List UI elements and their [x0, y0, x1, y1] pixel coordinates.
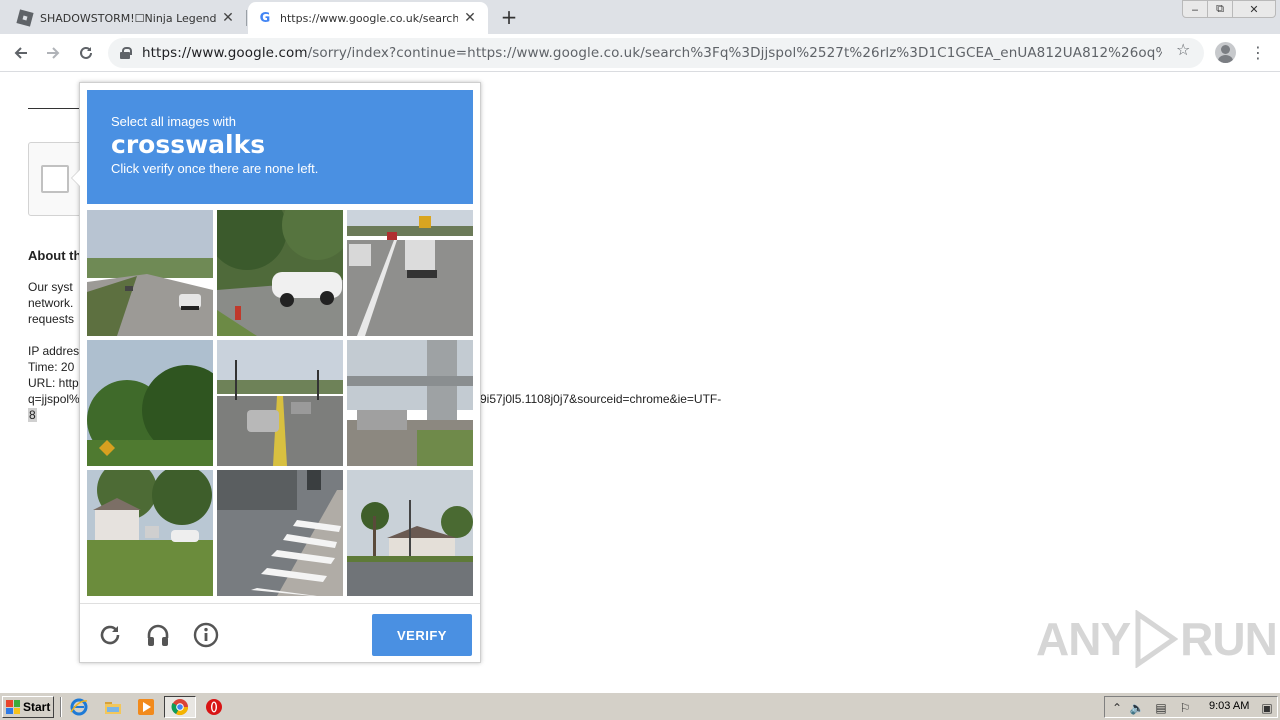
tray-expand-icon[interactable]: ⌃ — [1109, 700, 1125, 716]
captcha-challenge: Select all images with crosswalks Click … — [71, 82, 481, 663]
window-close-button[interactable]: ✕ — [1232, 0, 1276, 18]
audio-challenge-button[interactable] — [143, 620, 173, 650]
reload-button[interactable] — [73, 40, 99, 66]
folder-icon[interactable] — [104, 698, 122, 716]
address-bar[interactable]: https://www.google.com/sorry/index?conti… — [108, 38, 1204, 68]
back-button[interactable] — [8, 40, 34, 66]
image-tile[interactable] — [87, 470, 213, 596]
action-center-flag-icon[interactable]: ⚐ — [1177, 700, 1193, 716]
prompt-line: Select all images with — [111, 114, 236, 129]
start-button[interactable]: Start — [2, 696, 54, 718]
reload-icon — [80, 46, 92, 59]
verify-button[interactable]: VERIFY — [372, 614, 472, 656]
info-line: q=jjspol% — [28, 392, 80, 406]
recaptcha-checkbox[interactable] — [41, 165, 69, 193]
tab-google-search[interactable]: G https://www.google.co.uk/search?q ✕ — [248, 2, 488, 34]
speaker-icon[interactable]: 🔈 — [1129, 700, 1145, 716]
bookmark-star-icon[interactable]: ☆ — [1176, 40, 1190, 59]
url-host: https://www.google.com — [142, 45, 308, 61]
image-tile[interactable] — [217, 340, 343, 466]
info-line: Time: 20 — [28, 360, 75, 374]
clock[interactable]: 9:03 AM — [1209, 700, 1249, 712]
network-icon[interactable]: ▤ — [1153, 700, 1169, 716]
headphones-icon — [147, 624, 169, 646]
menu-kebab-icon[interactable]: ⋮ — [1250, 42, 1266, 64]
target-object: crosswalks — [111, 130, 266, 159]
forward-button[interactable] — [40, 40, 66, 66]
watermark-text-right: RUN — [1180, 613, 1278, 665]
tab-separator — [246, 10, 247, 26]
close-icon[interactable]: ✕ — [220, 10, 236, 26]
roblox-icon — [16, 9, 34, 27]
windows-logo-icon — [6, 700, 20, 714]
tab-title: SHADOWSTORM!☐Ninja Legends - F — [40, 11, 216, 25]
minimize-button[interactable]: ‒ — [1182, 0, 1208, 18]
arrow-left-icon — [14, 47, 27, 59]
url-tail: 9i57j0l5.1108j0j7&sourceid=chrome&ie=UTF… — [480, 392, 722, 406]
google-icon: G — [259, 10, 271, 26]
image-tile[interactable] — [347, 210, 473, 336]
arrow-right-icon — [47, 47, 60, 59]
reload-challenge-button[interactable] — [95, 620, 125, 650]
anyrun-watermark: ANY RUN — [1036, 606, 1278, 672]
info-line: 8 — [28, 408, 37, 422]
profile-avatar-icon[interactable] — [1215, 42, 1236, 63]
play-logo-icon — [1135, 610, 1179, 668]
para-line: network. — [28, 296, 74, 310]
image-tile[interactable] — [217, 470, 343, 596]
chrome-icon[interactable] — [171, 698, 189, 716]
browser-toolbar: https://www.google.com/sorry/index?conti… — [0, 34, 1280, 72]
windows-taskbar: Start ⌃ 🔈 ▤ ⚐ 9:03 AM ▣ — [0, 692, 1280, 720]
url-path: /sorry/index?continue=https://www.google… — [307, 45, 1162, 61]
media-player-icon[interactable] — [137, 698, 155, 716]
para-line: requests — [28, 312, 75, 326]
para-line: Our syst — [28, 280, 73, 294]
maximize-button[interactable]: ⧉ — [1207, 0, 1233, 18]
about-heading: About th — [28, 248, 82, 263]
info-icon — [193, 622, 219, 648]
system-tray: ⌃ 🔈 ▤ ⚐ 9:03 AM ▣ — [1104, 696, 1278, 718]
new-tab-button[interactable]: + — [498, 5, 520, 29]
browser-tab-strip: SHADOWSTORM!☐Ninja Legends - F ✕ G https… — [0, 0, 1280, 34]
image-tile[interactable] — [217, 210, 343, 336]
taskbar-separator — [60, 697, 62, 717]
info-line: URL: http — [28, 376, 79, 390]
image-tile[interactable] — [87, 210, 213, 336]
captcha-footer: VERIFY — [80, 603, 480, 663]
internet-explorer-icon[interactable] — [70, 698, 88, 716]
help-button[interactable] — [191, 620, 221, 650]
image-tile[interactable] — [87, 340, 213, 466]
url-text: https://www.google.com/sorry/index?conti… — [142, 45, 1162, 61]
lock-icon — [120, 47, 132, 59]
image-tile[interactable] — [347, 340, 473, 466]
image-grid — [87, 210, 473, 596]
image-tile[interactable] — [347, 470, 473, 596]
start-label: Start — [23, 700, 51, 714]
prompt-hint: Click verify once there are none left. — [111, 161, 319, 176]
refresh-icon — [100, 625, 120, 645]
info-line: IP addres — [28, 344, 80, 358]
tab-roblox[interactable]: SHADOWSTORM!☐Ninja Legends - F ✕ — [8, 2, 246, 34]
captcha-instructions: Select all images with crosswalks Click … — [87, 90, 473, 204]
show-desktop-icon[interactable]: ▣ — [1259, 700, 1275, 716]
popup-pointer — [71, 169, 80, 187]
opera-icon[interactable] — [205, 698, 223, 716]
tab-title: https://www.google.co.uk/search?q — [280, 11, 458, 25]
close-icon[interactable]: ✕ — [462, 10, 478, 26]
watermark-text-left: ANY — [1036, 613, 1131, 665]
